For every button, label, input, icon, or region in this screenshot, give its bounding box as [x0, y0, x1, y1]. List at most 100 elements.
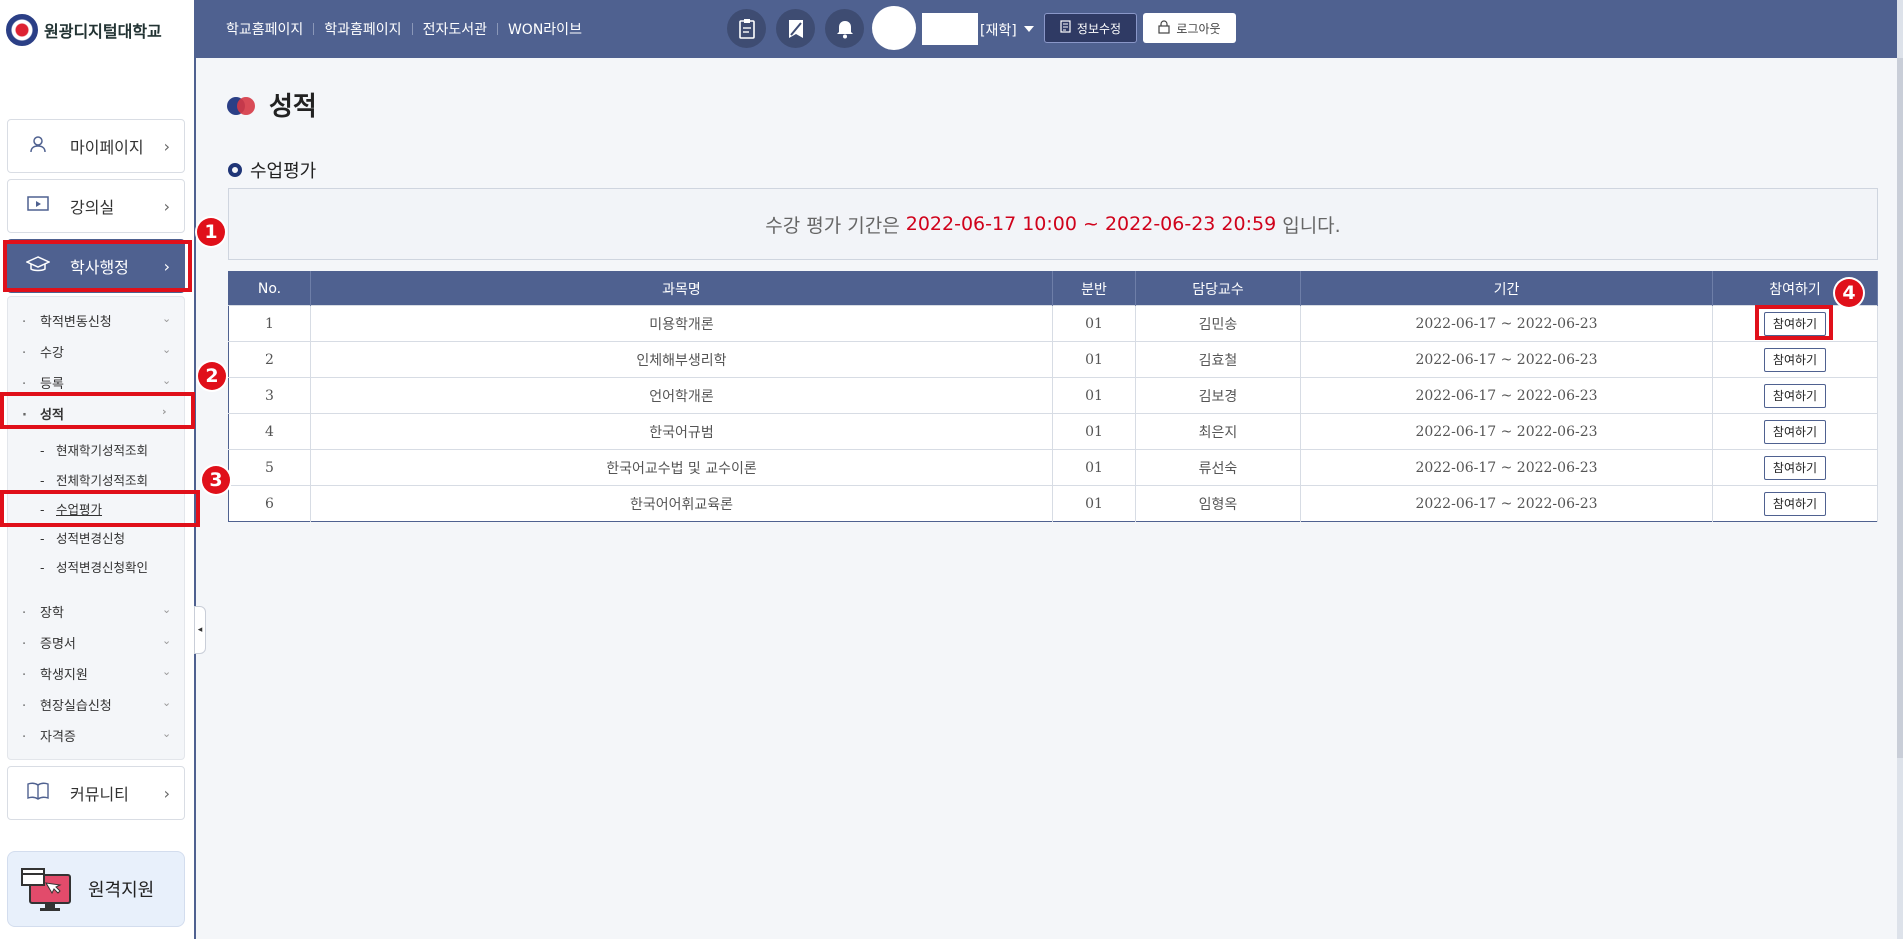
cell-professor: 김보경: [1135, 377, 1301, 414]
edit-info-button[interactable]: 정보수정: [1044, 13, 1137, 43]
divider: [496, 23, 498, 35]
cell-section: 01: [1052, 305, 1136, 342]
menu-mypage[interactable]: 마이페이지 ›: [7, 119, 185, 173]
cell-professor: 김민송: [1135, 305, 1301, 342]
cell-section: 01: [1052, 413, 1136, 450]
sidebar-item-label: 학생지원: [40, 668, 88, 683]
book-open-icon: [26, 782, 50, 804]
sidebar-subitem-grade-change-request[interactable]: - 성적변경신청: [40, 528, 125, 547]
user-icon: [26, 134, 50, 158]
sidebar-subitem-all-grades[interactable]: - 전체학기성적조회: [40, 470, 148, 489]
annotation-number: 2: [198, 362, 226, 390]
link-won-live[interactable]: WON라이브: [508, 19, 582, 39]
cell-action: 참여하기: [1712, 485, 1878, 522]
user-status: [재학]: [980, 23, 1017, 39]
lock-icon: [1158, 19, 1171, 37]
cell-period: 2022-06-17 ~ 2022-06-23: [1300, 305, 1713, 342]
sidebar: 원광디지털대학교 마이페이지 › 강의실 › 학사행정 › · 학적변동신청 ⌄ ·…: [0, 0, 196, 939]
menu-mypage-label: 마이페이지: [70, 138, 144, 157]
cell-action: 참여하기: [1712, 449, 1878, 486]
school-emblem-icon: [6, 14, 38, 46]
section-title-text: 수업평가: [250, 161, 317, 182]
participate-button[interactable]: 참여하기: [1763, 491, 1827, 516]
sidebar-item-registration[interactable]: · 등록 ⌄: [22, 373, 171, 392]
school-logo[interactable]: 원광디지털대학교: [6, 14, 162, 46]
user-name-field: [922, 13, 978, 45]
cell-period: 2022-06-17 ~ 2022-06-23: [1300, 377, 1713, 414]
sidebar-subitem-label: 성적변경신청: [56, 531, 126, 546]
sidebar-item-license[interactable]: · 자격증 ⌄: [22, 726, 171, 745]
evaluation-table: No. 과목명 분반 담당교수 기간 참여하기 1 미용학개론 01 김민송 2022-…: [228, 271, 1878, 522]
participate-button[interactable]: 참여하기: [1763, 383, 1827, 408]
notice-prefix: 수강 평가 기간은: [765, 214, 906, 237]
chevron-down-icon: ⌄: [162, 343, 172, 356]
highlight-participate-button: [1755, 305, 1833, 340]
ticket-icon[interactable]: [776, 9, 815, 48]
table-row: 4 한국어규범 01 최은지 2022-06-17 ~ 2022-06-23 참여하기: [228, 413, 1878, 450]
cell-subject: 인체해부생리학: [310, 341, 1053, 378]
menu-community[interactable]: 커뮤니티 ›: [7, 766, 185, 820]
participate-button[interactable]: 참여하기: [1763, 347, 1827, 372]
chevron-down-icon: ⌄: [162, 374, 172, 387]
table-row: 6 한국어어휘교육론 01 임형옥 2022-06-17 ~ 2022-06-23 참여하…: [228, 485, 1878, 522]
link-dept-homepage[interactable]: 학과홈페이지: [324, 19, 401, 39]
cell-section: 01: [1052, 341, 1136, 378]
sidebar-subitem-current-grades[interactable]: - 현재학기성적조회: [40, 440, 148, 459]
clipboard-icon[interactable]: [727, 9, 766, 48]
cell-professor: 류선숙: [1135, 449, 1301, 486]
scrollbar[interactable]: [1897, 0, 1903, 939]
notice-suffix: 입니다.: [1276, 214, 1341, 237]
remote-support-banner[interactable]: 원격지원: [7, 851, 185, 927]
sidebar-collapse-toggle[interactable]: ◂: [194, 606, 206, 654]
cell-period: 2022-06-17 ~ 2022-06-23: [1300, 449, 1713, 486]
sidebar-subitem-grade-change-check[interactable]: - 성적변경신청확인: [40, 557, 148, 576]
participate-button[interactable]: 참여하기: [1763, 455, 1827, 480]
cell-professor: 임형옥: [1135, 485, 1301, 522]
sidebar-item-enrollment-change[interactable]: · 학적변동신청 ⌄: [22, 311, 171, 330]
top-bar: 학교홈페이지 학과홈페이지 전자도서관 WON라이브 [재학] 정보수정 로그아…: [196, 0, 1903, 58]
participate-button[interactable]: 참여하기: [1763, 419, 1827, 444]
bell-icon[interactable]: [825, 9, 864, 48]
link-school-homepage[interactable]: 학교홈페이지: [226, 19, 303, 39]
top-links: 학교홈페이지 학과홈페이지 전자도서관 WON라이브: [226, 19, 582, 39]
section-title: 수업평가: [228, 157, 316, 183]
chevron-left-icon: ◂: [197, 625, 203, 635]
sidebar-item-label: 등록: [40, 377, 64, 392]
sidebar-item-student-support[interactable]: · 학생지원 ⌄: [22, 664, 171, 683]
cell-period: 2022-06-17 ~ 2022-06-23: [1300, 341, 1713, 378]
title-dots-icon: [227, 95, 259, 115]
cell-period: 2022-06-17 ~ 2022-06-23: [1300, 413, 1713, 450]
highlight-academic-admin: [3, 240, 192, 292]
table-header-row: No. 과목명 분반 담당교수 기간 참여하기: [228, 271, 1878, 306]
chevron-down-icon[interactable]: [1024, 26, 1034, 32]
ring-bullet-icon: [228, 163, 242, 177]
sidebar-item-certificate[interactable]: · 증명서 ⌄: [22, 633, 171, 652]
annotation-number: 1: [197, 218, 225, 246]
page-title-text: 성적: [269, 92, 317, 122]
sidebar-item-course[interactable]: · 수강 ⌄: [22, 342, 171, 361]
sidebar-item-label: 학적변동신청: [40, 315, 112, 330]
chevron-down-icon: ⌄: [162, 665, 172, 678]
menu-classroom[interactable]: 강의실 ›: [7, 179, 185, 233]
school-name: 원광디지털대학교: [44, 22, 162, 41]
sidebar-item-label: 현장실습신청: [40, 699, 112, 714]
cell-subject: 한국어어휘교육론: [310, 485, 1053, 522]
menu-community-label: 커뮤니티: [70, 785, 129, 804]
chevron-right-icon: ›: [163, 136, 170, 156]
link-e-library[interactable]: 전자도서관: [423, 19, 487, 39]
annotation-number: 3: [202, 466, 230, 494]
evaluation-period-notice: 수강 평가 기간은 2022-06-17 10:00 ~ 2022-06-23 …: [228, 188, 1878, 260]
sidebar-item-field-practice[interactable]: · 현장실습신청 ⌄: [22, 695, 171, 714]
chevron-down-icon: ⌄: [162, 727, 172, 740]
chevron-down-icon: ⌄: [162, 603, 172, 616]
avatar[interactable]: [872, 6, 916, 50]
column-header: No.: [228, 271, 311, 306]
chevron-right-icon: ›: [163, 196, 170, 216]
cell-no: 5: [228, 449, 311, 486]
highlight-course-evaluation: [0, 490, 200, 527]
column-header: 담당교수: [1135, 271, 1301, 306]
logout-button[interactable]: 로그아웃: [1143, 13, 1236, 43]
scrollbar-thumb[interactable]: [1897, 58, 1903, 758]
sidebar-item-scholarship[interactable]: · 장학 ⌄: [22, 602, 171, 621]
cell-action: 참여하기: [1712, 377, 1878, 414]
